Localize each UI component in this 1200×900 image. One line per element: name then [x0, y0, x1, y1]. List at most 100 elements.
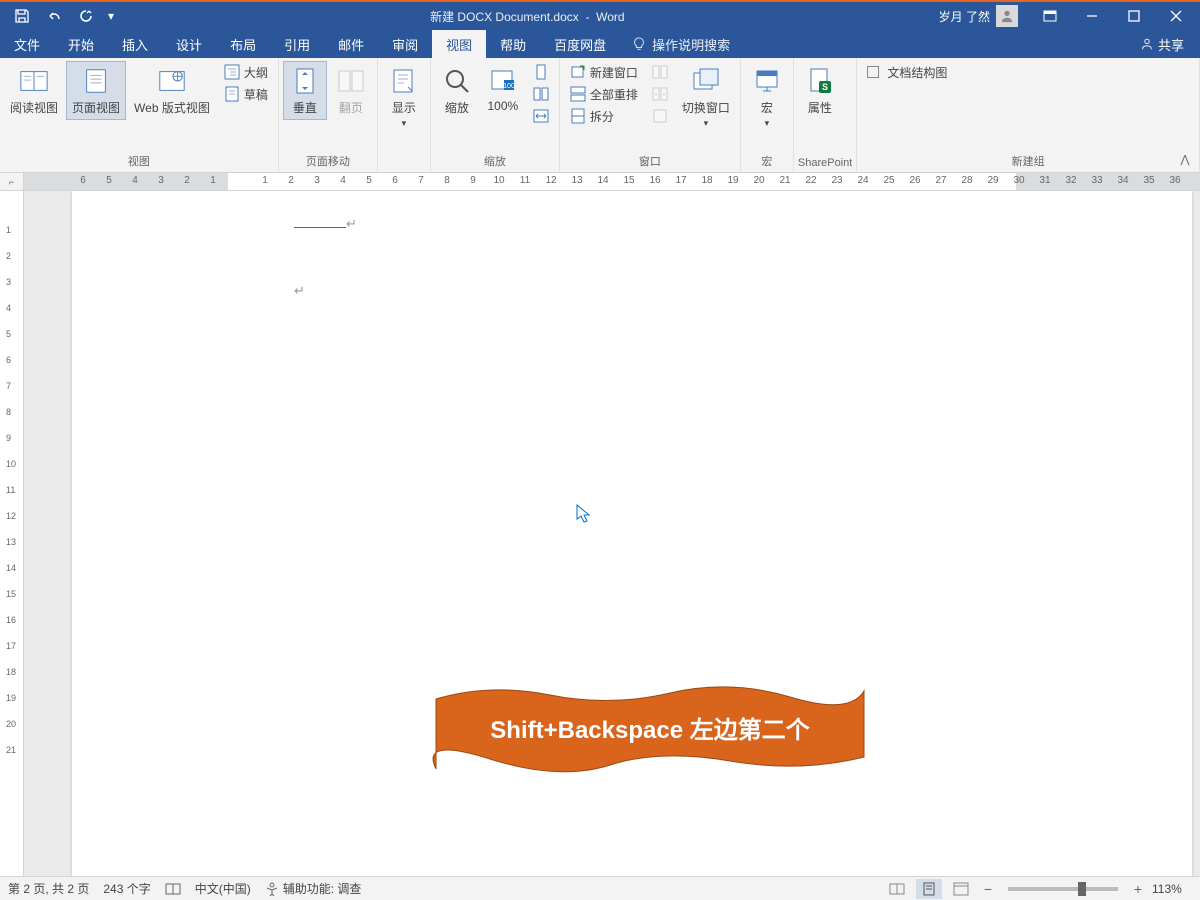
ribbon: 阅读视图 页面视图 Web 版式视图 大纲 草稿 视图 垂直 [0, 58, 1200, 173]
split-button[interactable]: 拆分 [564, 105, 644, 127]
spellcheck-button[interactable] [165, 882, 181, 896]
one-page-button[interactable] [527, 61, 555, 83]
sharepoint-group-label: SharePoint [798, 155, 852, 172]
save-button[interactable] [8, 4, 36, 28]
word-count[interactable]: 243 个字 [103, 880, 150, 897]
zoom-thumb[interactable] [1078, 882, 1086, 896]
tab-mailings[interactable]: 邮件 [324, 30, 378, 58]
document-workspace: 123456789101112131415161718192021 ↵ ↵ Sh… [0, 191, 1200, 876]
newgroup-label: 新建组 [861, 151, 1195, 172]
macros-group-label: 宏 [745, 151, 789, 172]
tip-banner: Shift+Backspace 左边第二个 [430, 681, 870, 780]
show-button[interactable]: 显示▾ [382, 61, 426, 133]
print-layout-button[interactable]: 页面视图 [66, 61, 126, 120]
zoom-button[interactable]: 缩放 [435, 61, 479, 120]
paragraph-mark-icon: ↵ [294, 283, 305, 298]
qat-customize-button[interactable]: ▾ [104, 4, 118, 28]
tab-insert[interactable]: 插入 [108, 30, 162, 58]
tell-me-search[interactable]: 操作说明搜索 [620, 35, 742, 54]
tab-design[interactable]: 设计 [162, 30, 216, 58]
view-side-button [646, 61, 674, 83]
redo-button[interactable] [72, 4, 100, 28]
horizontal-ruler[interactable]: ⌐ 654321 1234567891011121314151617181920… [0, 173, 1200, 191]
vertical-icon [289, 65, 321, 97]
maximize-button[interactable] [1114, 2, 1154, 30]
tab-layout[interactable]: 布局 [216, 30, 270, 58]
minimize-button[interactable] [1072, 2, 1112, 30]
window-group-label: 窗口 [564, 151, 736, 172]
multi-page-button[interactable] [527, 83, 555, 105]
undo-button[interactable] [40, 4, 68, 28]
close-button[interactable] [1156, 2, 1196, 30]
accessibility-icon [265, 882, 279, 896]
zoom-100-icon: 100 [487, 65, 519, 97]
collapse-ribbon-button[interactable]: ⋀ [1176, 150, 1194, 168]
document-title: 新建 DOCX Document.docx - Word [126, 8, 929, 25]
document-area[interactable]: ↵ ↵ Shift+Backspace 左边第二个 [24, 191, 1200, 876]
draft-button[interactable]: 草稿 [218, 83, 274, 105]
tab-baidu[interactable]: 百度网盘 [540, 30, 620, 58]
web-layout-icon [156, 65, 188, 97]
title-bar: ▾ 新建 DOCX Document.docx - Word 岁月 了然 [0, 0, 1200, 30]
status-bar: 第 2 页, 共 2 页 243 个字 中文(中国) 辅助功能: 调查 − + … [0, 876, 1200, 900]
properties-button[interactable]: S 属性 [798, 61, 842, 120]
macros-button[interactable]: 宏▾ [745, 61, 789, 133]
switch-windows-button[interactable]: 切换窗口▾ [676, 61, 736, 133]
arrange-all-button[interactable]: 全部重排 [564, 83, 644, 105]
share-icon [1140, 37, 1154, 51]
web-layout-view-button[interactable] [948, 879, 974, 899]
language-button[interactable]: 中文(中国) [195, 880, 251, 897]
properties-icon: S [804, 65, 836, 97]
ribbon-tabs: 文件 开始 插入 设计 布局 引用 邮件 审阅 视图 帮助 百度网盘 操作说明搜… [0, 30, 1200, 58]
arrange-icon [570, 86, 586, 102]
page-status[interactable]: 第 2 页, 共 2 页 [8, 880, 89, 897]
checkbox-icon[interactable] [867, 66, 879, 78]
tab-file[interactable]: 文件 [0, 30, 54, 58]
tab-home[interactable]: 开始 [54, 30, 108, 58]
account-button[interactable]: 岁月 了然 [929, 5, 1028, 27]
banner-text: Shift+Backspace 左边第二个 [490, 716, 810, 744]
zoom-level[interactable]: 113% [1152, 882, 1192, 896]
reset-window-button [646, 105, 674, 127]
vertical-ruler[interactable]: 123456789101112131415161718192021 [0, 191, 24, 876]
document-map-button[interactable]: 文档结构图 [861, 61, 953, 83]
lightbulb-icon [632, 37, 646, 51]
read-mode-view-button[interactable] [884, 879, 910, 899]
zoom-in-button[interactable]: + [1130, 881, 1146, 897]
read-mode-button[interactable]: 阅读视图 [4, 61, 64, 120]
macros-icon [751, 65, 783, 97]
tab-review[interactable]: 审阅 [378, 30, 432, 58]
web-layout-button[interactable]: Web 版式视图 [128, 61, 216, 120]
read-mode-icon [18, 65, 50, 97]
sync-scroll-button [646, 83, 674, 105]
accessibility-button[interactable]: 辅助功能: 调查 [265, 880, 362, 897]
new-window-icon [570, 64, 586, 80]
tab-references[interactable]: 引用 [270, 30, 324, 58]
page[interactable]: ↵ ↵ Shift+Backspace 左边第二个 [72, 191, 1192, 876]
zoom-100-button[interactable]: 100 100% [481, 61, 525, 117]
zoom-icon [441, 65, 473, 97]
ribbon-display-button[interactable] [1030, 2, 1070, 30]
views-group-label: 视图 [4, 151, 274, 172]
zoom-group-label: 缩放 [435, 151, 555, 172]
new-window-button[interactable]: 新建窗口 [564, 61, 644, 83]
print-layout-view-button[interactable] [916, 879, 942, 899]
outline-button[interactable]: 大纲 [218, 61, 274, 83]
draft-icon [224, 86, 240, 102]
ruler-corner: ⌐ [0, 173, 24, 190]
page-width-button[interactable] [527, 105, 555, 127]
side-to-side-icon [335, 65, 367, 97]
print-layout-icon [80, 65, 112, 97]
paragraph-mark-icon: ↵ [346, 216, 357, 231]
side-to-side-button[interactable]: 翻页 [329, 61, 373, 120]
svg-text:S: S [822, 82, 828, 92]
tab-view[interactable]: 视图 [432, 30, 486, 58]
zoom-out-button[interactable]: − [980, 881, 996, 897]
book-icon [165, 882, 181, 896]
split-icon [570, 108, 586, 124]
tab-help[interactable]: 帮助 [486, 30, 540, 58]
switch-windows-icon [690, 65, 722, 97]
zoom-slider[interactable] [1008, 887, 1118, 891]
share-button[interactable]: 共享 [1124, 35, 1200, 54]
vertical-button[interactable]: 垂直 [283, 61, 327, 120]
